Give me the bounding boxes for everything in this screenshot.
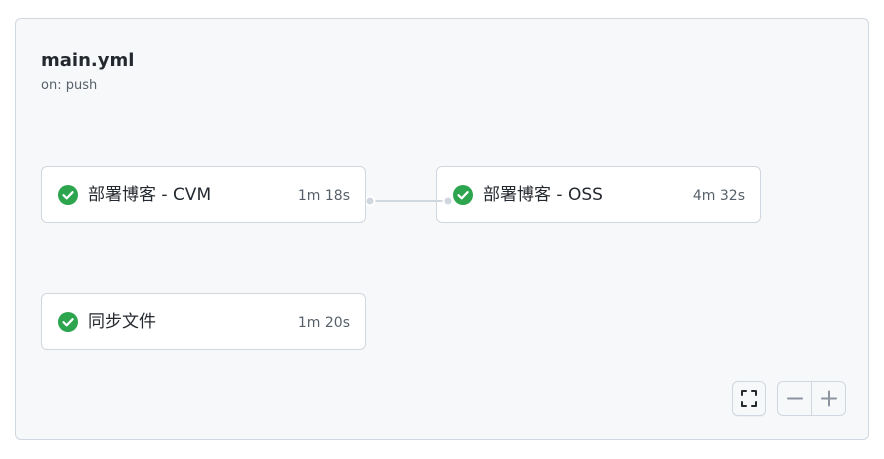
job-card-sync[interactable]: 同步文件 1m 20s xyxy=(41,293,366,350)
job-duration: 4m 32s xyxy=(692,188,745,204)
workflow-trigger: on: push xyxy=(41,78,98,93)
zoom-out-button[interactable] xyxy=(778,382,812,415)
success-check-icon xyxy=(58,185,78,205)
zoom-controls xyxy=(777,381,846,416)
workflow-graph-panel: main.yml on: push 部署博客 - CVM 1m 18s 部署博客… xyxy=(15,18,869,440)
job-card-oss[interactable]: 部署博客 - OSS 4m 32s xyxy=(436,166,761,223)
job-name: 部署博客 - CVM xyxy=(88,185,212,205)
job-name: 部署博客 - OSS xyxy=(483,185,603,205)
job-name: 同步文件 xyxy=(88,312,156,332)
workflow-title[interactable]: main.yml xyxy=(41,49,134,73)
plus-icon xyxy=(812,390,845,415)
job-dependency-connector xyxy=(366,195,452,207)
job-card-cvm[interactable]: 部署博客 - CVM 1m 18s xyxy=(41,166,366,223)
fullscreen-icon xyxy=(733,382,765,415)
success-check-icon xyxy=(58,312,78,332)
job-duration: 1m 20s xyxy=(297,315,350,331)
minus-icon xyxy=(778,397,812,415)
zoom-in-button[interactable] xyxy=(812,382,845,415)
success-check-icon xyxy=(453,185,473,205)
fullscreen-button[interactable] xyxy=(732,381,766,416)
job-duration: 1m 18s xyxy=(297,188,350,204)
